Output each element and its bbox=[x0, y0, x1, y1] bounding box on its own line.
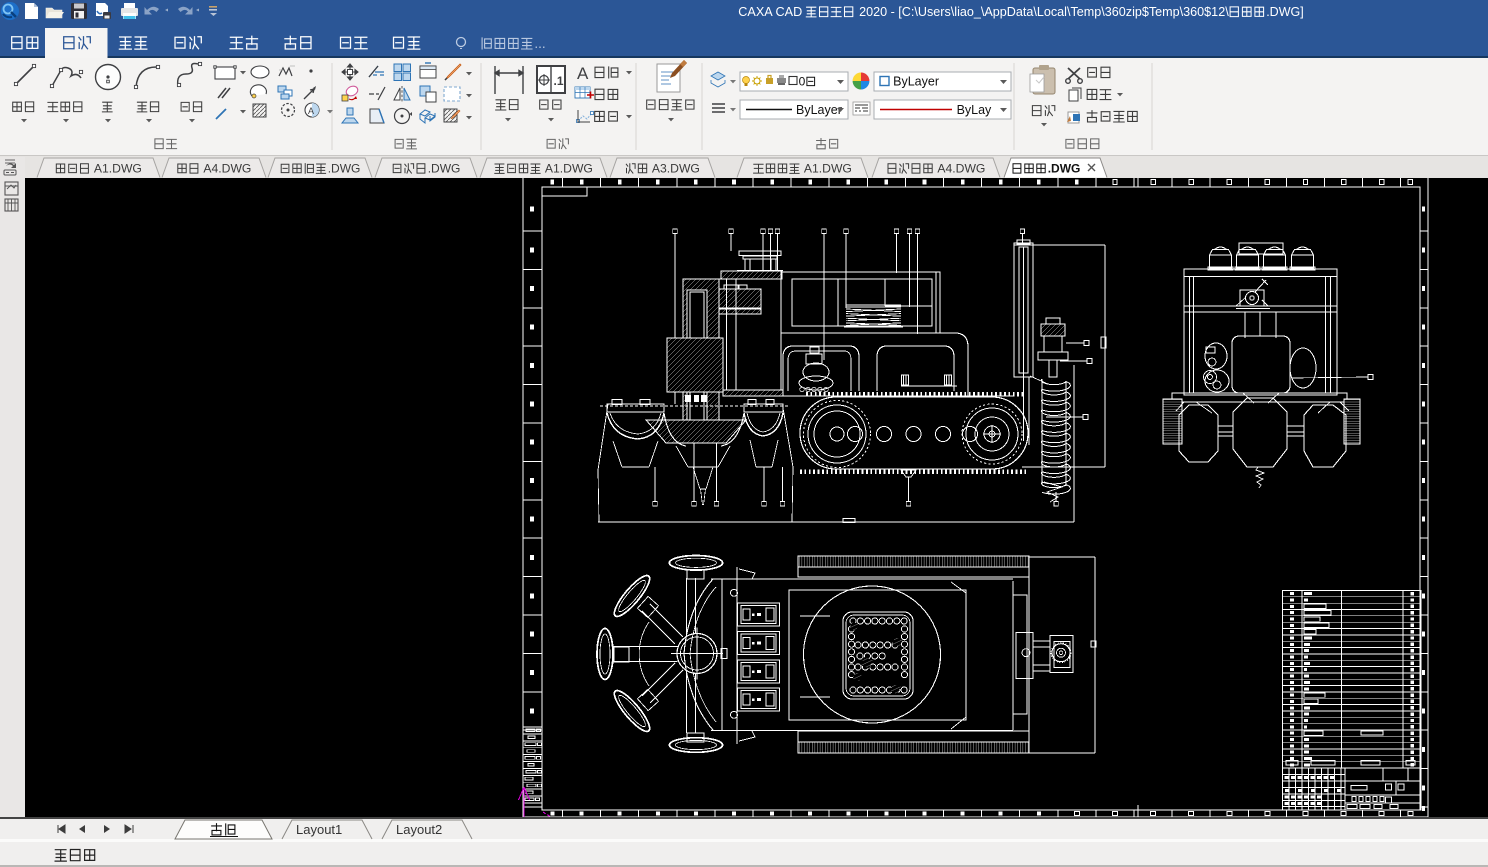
svg-text:.DWG]: .DWG] bbox=[1266, 5, 1304, 19]
svg-text:ByLayer: ByLayer bbox=[893, 75, 939, 89]
svg-text:A: A bbox=[308, 106, 314, 116]
svg-text:A1.DWG: A1.DWG bbox=[542, 162, 593, 176]
svg-text:.DWG: .DWG bbox=[328, 162, 361, 176]
svg-text:...: ... bbox=[534, 36, 545, 51]
svg-text:.1: .1 bbox=[554, 74, 564, 88]
svg-text:CAXA CAD: CAXA CAD bbox=[738, 5, 805, 19]
svg-text:0: 0 bbox=[799, 75, 806, 89]
svg-text:Layout2: Layout2 bbox=[396, 822, 442, 837]
svg-text:.DWG: .DWG bbox=[1048, 162, 1081, 176]
svg-text:A3.DWG: A3.DWG bbox=[649, 162, 700, 176]
svg-text:A4.DWG: A4.DWG bbox=[935, 162, 986, 176]
svg-text:Layout1: Layout1 bbox=[296, 822, 342, 837]
svg-text:A: A bbox=[577, 64, 589, 83]
svg-text:ByLay: ByLay bbox=[957, 103, 992, 117]
svg-text:A1.DWG: A1.DWG bbox=[801, 162, 852, 176]
svg-text:A4.DWG: A4.DWG bbox=[201, 162, 252, 176]
svg-text:A1.DWG: A1.DWG bbox=[91, 162, 142, 176]
svg-text:2020 - [C:\Users\liao_\AppData: 2020 - [C:\Users\liao_\AppData\Local\Tem… bbox=[856, 5, 1230, 19]
svg-text:ByLayer: ByLayer bbox=[796, 103, 842, 117]
svg-text:.DWG: .DWG bbox=[428, 162, 461, 176]
